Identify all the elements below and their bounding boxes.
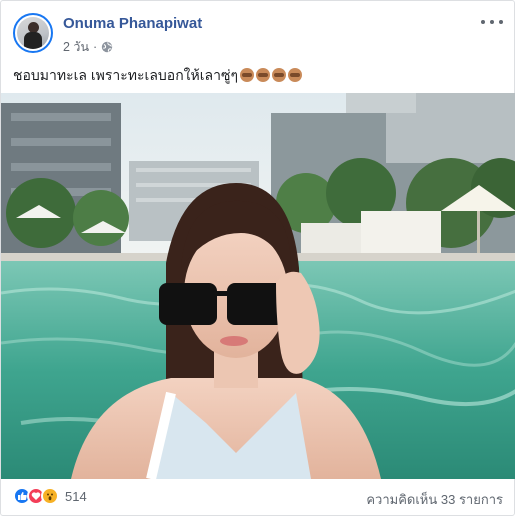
pool-selfie-photo [1,93,515,479]
see-no-evil-monkey-emoji [272,68,286,82]
comments-count-link[interactable]: ความคิดเห็น 33 รายการ [366,489,503,510]
meta-separator: · [93,40,98,54]
post-time[interactable]: 2 วัน [63,37,89,57]
post-header: Onuma Phanapiwat 2 วัน · [13,13,503,55]
see-no-evil-monkey-emoji [288,68,302,82]
reactions-summary[interactable]: 514 [13,487,87,505]
more-options-icon[interactable] [481,15,503,29]
author-name[interactable]: Onuma Phanapiwat [63,15,202,32]
avatar-body [24,32,42,49]
post-card: Onuma Phanapiwat 2 วัน · ชอบมาทะเล เพราะ… [0,0,515,516]
post-meta: 2 วัน · [63,37,113,57]
post-footer: 514 ความคิดเห็น 33 รายการ [13,485,503,509]
reaction-count: 514 [65,488,87,504]
see-no-evil-monkey-emoji [256,68,270,82]
post-photo[interactable] [1,93,515,479]
wow-icon [41,487,59,505]
post-caption: ชอบมาทะเล เพราะทะเลบอกให้เลาซู่ๆ [13,67,238,83]
globe-icon[interactable] [101,41,113,53]
avatar-image [17,17,49,49]
see-no-evil-monkey-emoji [240,68,254,82]
post-text: ชอบมาทะเล เพราะทะเลบอกให้เลาซู่ๆ [13,65,302,87]
author-avatar[interactable] [13,13,53,53]
